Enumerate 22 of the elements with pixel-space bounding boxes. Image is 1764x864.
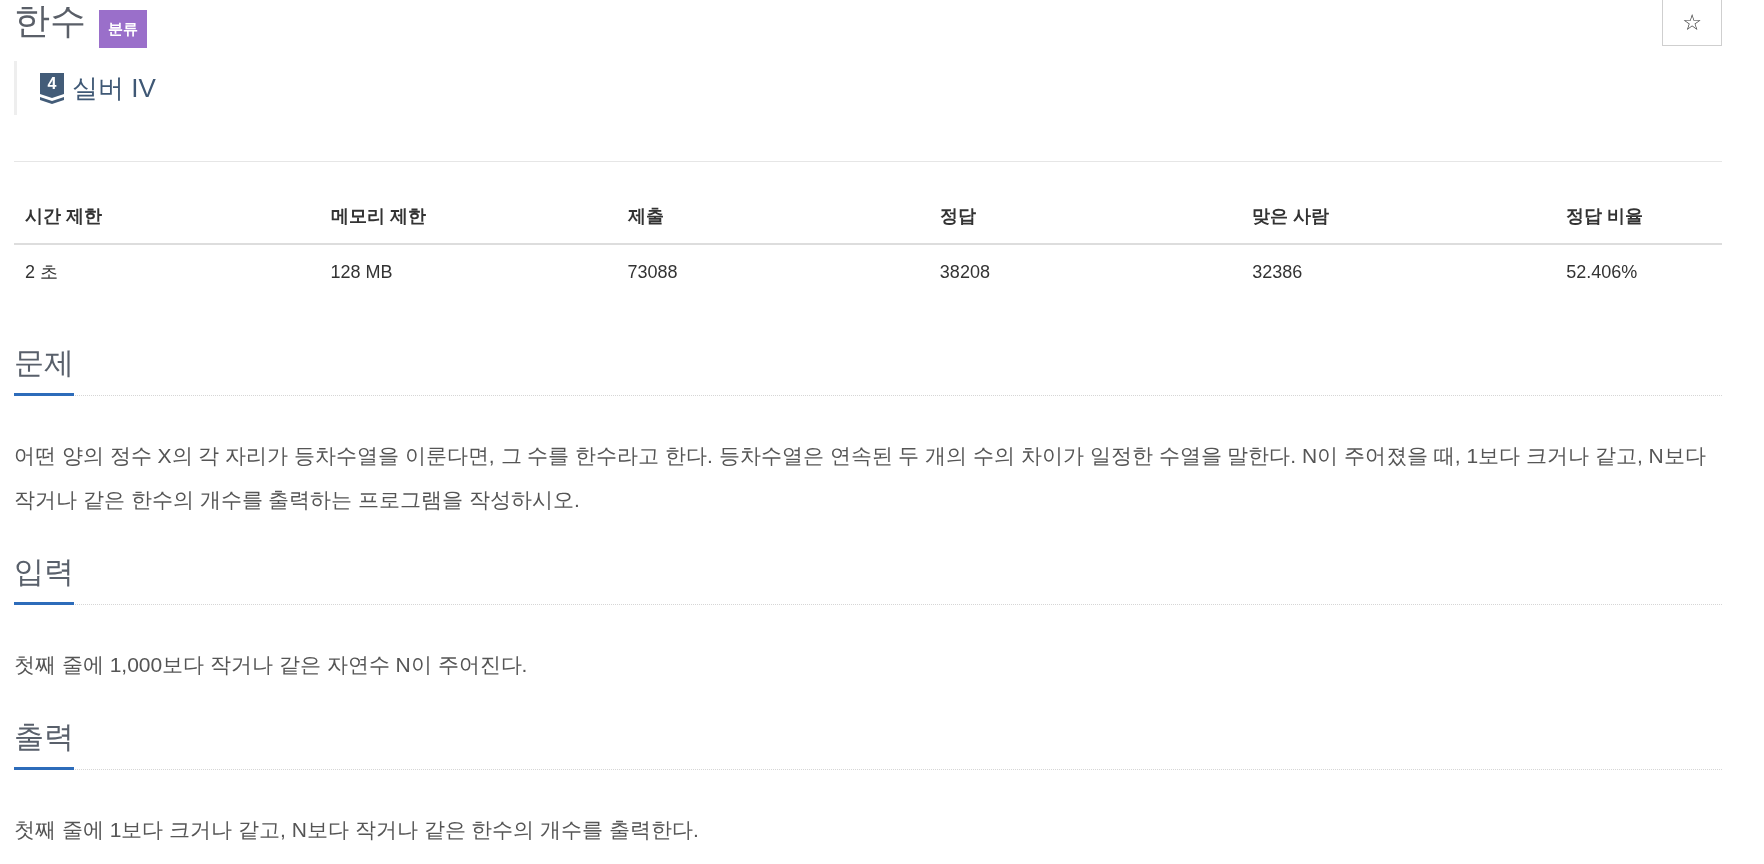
problem-title: 한수 — [14, 0, 86, 42]
column-header: 맞은 사람 — [1241, 189, 1556, 244]
tier-name: 실버 IV — [72, 71, 156, 105]
section-heading: 문제 — [14, 345, 74, 396]
table-cell: 73088 — [616, 244, 929, 299]
category-badge[interactable]: 분류 — [99, 10, 147, 48]
section-text: 어떤 양의 정수 X의 각 자리가 등차수열을 이룬다면, 그 수를 한수라고 한다. 등차수열은 연속된 두 개의 수의 차이가 일정한 수열을 말한다. N이 주어졌을 때, 1보다 크거나 같고, N보다 작거나 같은 한수의 개수를 출력하는 프로그램을 작성하시오. — [14, 443, 1707, 513]
favorite-button[interactable]: ☆ — [1662, 0, 1722, 46]
column-header: 메모리 제한 — [319, 189, 617, 244]
column-header: 시간 제한 — [14, 189, 320, 244]
column-header: 제출 — [616, 189, 929, 244]
column-header: 정답 — [928, 189, 1242, 244]
section-text: 첫째 줄에 1보다 크거나 같고, N보다 작거나 같은 한수의 개수를 출력한다. — [14, 817, 700, 843]
section-heading: 입력 — [14, 554, 74, 605]
section-heading: 출력 — [14, 719, 74, 770]
column-header: 정답 비율 — [1555, 189, 1722, 244]
table-cell: 38208 — [928, 244, 1242, 299]
table-cell: 32386 — [1241, 244, 1556, 299]
section-text: 첫째 줄에 1,000보다 작거나 같은 자연수 N이 주어진다. — [14, 652, 529, 678]
table-cell: 2 초 — [14, 244, 320, 299]
table-cell: 128 MB — [319, 244, 617, 299]
table-cell: 52.406% — [1555, 244, 1722, 299]
